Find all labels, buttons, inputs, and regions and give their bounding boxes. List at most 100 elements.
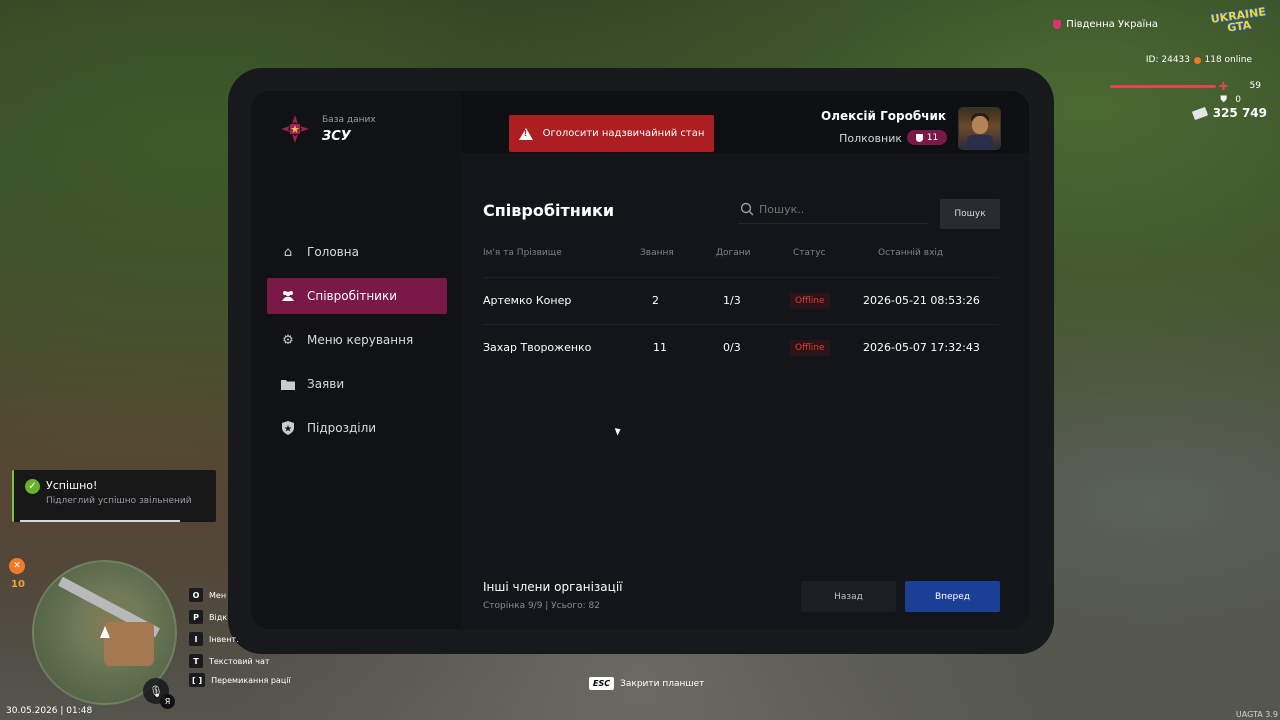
employee-name: Артемко Конер [483,294,572,307]
hotkey-text-chat: T Текстовий чат [189,654,270,668]
shield-icon [281,421,295,435]
sidebar-item-label: Підрозділи [307,421,377,435]
online-text: 118 online [1204,55,1253,65]
success-notification: ✓ Успішно! Підлеглий успішно звільнений [12,470,216,522]
money-display: 325 749 [1191,106,1267,120]
brand-title: ЗСУ [322,129,351,144]
region-label: Південна Україна [1053,19,1158,30]
hotkey-label: Відк [209,612,228,622]
online-count: 118 online [1193,55,1253,65]
column-header-name: Ім'я та Прізвище [483,248,562,258]
search-button[interactable]: Пошук [940,199,1000,229]
sidebar-item-home[interactable]: ⌂ Головна [267,234,447,270]
notification-title: Успішно! [46,479,98,492]
sidebar-item-applications[interactable]: Заяви [267,366,447,402]
rank-level: 11 [926,132,939,143]
brand-subtitle: База даних [322,115,376,125]
health-bar [1110,85,1216,88]
sidebar-item-label: Головна [307,245,359,259]
close-tablet-hint: ESC Закрити планшет [589,677,704,690]
declare-emergency-button[interactable]: Оголосити надзвичайний стан [509,115,714,152]
sidebar-item-control-menu[interactable]: ⚙ Меню керування [267,322,447,358]
sidebar-item-units[interactable]: Підрозділи [267,410,447,446]
avatar[interactable] [958,107,1001,150]
employee-last-login: 2026-05-07 17:32:43 [863,341,980,354]
employee-last-login: 2026-05-21 08:53:26 [863,294,980,307]
rank-badge: 11 [907,130,947,145]
search-underline [738,223,928,224]
back-button[interactable]: Назад [801,581,896,612]
notification-progress [20,520,180,522]
other-members-title: Інші члени організації [483,580,623,594]
game-logo: UKRAINE GTA [1210,5,1268,43]
check-icon: ✓ [25,479,40,494]
zsu-emblem-icon [281,115,309,143]
home-icon: ⌂ [283,244,293,260]
table-row[interactable]: Артемко Конер 2 1/3 Offline 2026-05-21 0… [483,278,999,324]
gear-icon: ⚙ [282,332,294,348]
hotkey-label: Інвент. [209,634,239,644]
pagination-info: Сторінка 9/9 | Усього: 82 [483,601,601,611]
folder-icon [281,377,295,391]
hunger-value: 10 [11,579,25,590]
health-value: 59 [1249,81,1261,91]
sidebar-item-employees[interactable]: Співробітники [267,278,447,314]
employee-reprimands: 0/3 [723,341,741,354]
game-version: UAGTA 3.9 [1235,710,1278,719]
status-badge: Offline [790,293,830,309]
hotkey-label: Мен [209,590,227,600]
search-input[interactable] [759,196,929,222]
sidebar-item-label: Меню керування [307,333,414,347]
sidebar-item-label: Співробітники [307,289,398,303]
language-indicator: Я [160,694,175,709]
hotkey-key: P [189,610,203,624]
money-icon [1191,106,1208,120]
emergency-button-label: Оголосити надзвичайний стан [542,128,705,139]
date-time: 30.05.2026 | 01:48 [6,706,93,716]
notification-text: Підлеглий успішно звільнений [46,496,192,506]
armor-value: 0 [1235,95,1241,105]
users-icon [281,289,295,303]
table-row[interactable]: Захар Твороженко 11 0/3 Offline 2026-05-… [483,325,999,371]
hotkey-inventory: I Інвент. [189,632,239,646]
column-header-rank: Звання [640,248,674,258]
hotkey-key: [ ] [189,673,206,687]
sidebar-item-label: Заяви [307,377,345,391]
money-value: 325 749 [1212,106,1267,120]
hotkey-menu: O Мен [189,588,226,602]
rank-shield-icon [915,133,923,142]
hotkey-key: O [189,588,203,602]
hotkey-key: T [189,654,203,668]
health-icon: ✚ [1218,80,1228,93]
close-tablet-label: Закрити планшет [620,678,705,689]
next-button[interactable]: Вперед [905,581,1000,612]
employee-rank: 2 [652,294,659,307]
location-pin-icon [1053,20,1062,29]
hotkey-label: Текстовий чат [209,656,270,666]
user-name: Олексій Горобчик [821,109,946,123]
user-rank: Полковник [839,132,902,145]
player-id: ID: 24433 [1145,55,1190,65]
tablet-screen: База даних ЗСУ ⌂ Головна Співробітники ⚙… [251,91,1029,629]
employee-name: Захар Твороженко [483,341,592,354]
employee-rank: 11 [653,341,667,354]
column-header-last-login: Останній вхід [878,248,944,258]
page-title: Співробітники [483,201,615,220]
hotkey-key: I [189,632,203,646]
hotkey-radio-switch: [ ] Перемикання рації [189,673,291,687]
column-header-reprimands: Догани [716,248,751,258]
employee-reprimands: 1/3 [723,294,741,307]
region-name: Південна Україна [1066,19,1158,30]
sidebar [251,91,461,629]
online-icon [1193,56,1201,64]
column-header-status: Статус [793,248,826,258]
hunger-icon: ✕ [9,558,25,574]
status-badge: Offline [790,340,830,356]
esc-key: ESC [589,677,615,690]
search-icon [740,202,754,216]
hotkey-open: P Відк [189,610,227,624]
armor-icon: ⛊ [1220,95,1227,105]
warning-icon [518,127,533,140]
hotkey-label: Перемикання рації [211,675,291,685]
player-marker-icon [100,626,110,638]
